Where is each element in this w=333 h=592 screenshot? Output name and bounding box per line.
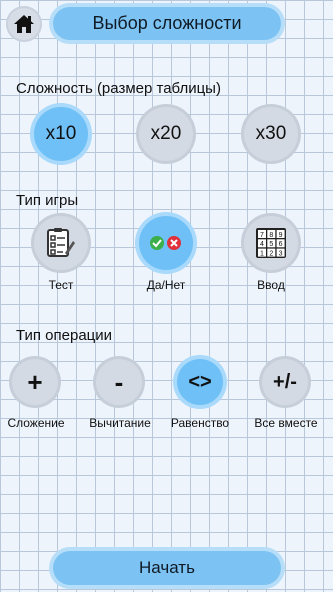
operation-equality-label: Равенство [170,416,230,430]
game-type-label: Тип игры [16,192,79,209]
keypad-digit: 6 [279,241,283,248]
keypad-digit: 7 [260,232,264,239]
plus-icon: + [27,366,43,397]
plus-minus-icon: +/- [273,370,297,393]
yes-no-icon [150,236,181,250]
game-type-yesno-label: Да/Нет [146,278,186,292]
home-button[interactable] [6,6,42,42]
keypad-digit: 9 [279,232,283,239]
keypad-digit: 1 [260,250,264,257]
game-type-test-button[interactable] [34,216,88,270]
keypad-digit: 4 [260,241,264,248]
game-type-yesno-button[interactable] [139,216,193,270]
keypad-digit: 5 [269,241,273,248]
keypad-digit: 8 [269,232,273,239]
operation-type-label: Тип операции [16,327,113,344]
page-title: Выбор сложности [53,7,281,40]
game-type-test-label: Тест [48,278,74,292]
difficulty-x10-label: x10 [45,123,77,144]
difficulty-x30-label: x30 [255,123,287,144]
game-type-input-label: Ввод [257,278,285,292]
minus-icon: - [114,366,124,397]
difficulty-label: Сложность (размер таблицы) [16,80,221,97]
operation-subtraction-button[interactable]: - [96,359,142,405]
compare-icon: <> [188,370,212,393]
difficulty-x20-button[interactable]: x20 [139,107,193,161]
operation-addition-label: Сложение [7,416,65,430]
operation-all-button[interactable]: +/- [262,359,308,405]
operation-all-label: Все вместе [254,416,318,430]
difficulty-x30-button[interactable]: x30 [244,107,298,161]
start-button-label: Начать [139,558,195,577]
keypad-digit: 3 [279,250,283,257]
difficulty-x10-button[interactable]: x10 [34,107,88,161]
operation-addition-button[interactable]: + [12,359,58,405]
operation-equality-button[interactable]: <> [177,359,223,405]
keypad-digit: 2 [269,250,273,257]
start-button[interactable]: Начать [53,551,281,585]
operation-subtraction-label: Вычитание [89,416,151,430]
checklist-icon [47,228,75,257]
keypad-icon: 7 8 9 4 5 6 1 2 3 [256,228,286,258]
home-icon [14,15,34,33]
game-type-input-button[interactable]: 789 456 123 [244,216,298,270]
difficulty-x20-label: x20 [150,123,182,144]
